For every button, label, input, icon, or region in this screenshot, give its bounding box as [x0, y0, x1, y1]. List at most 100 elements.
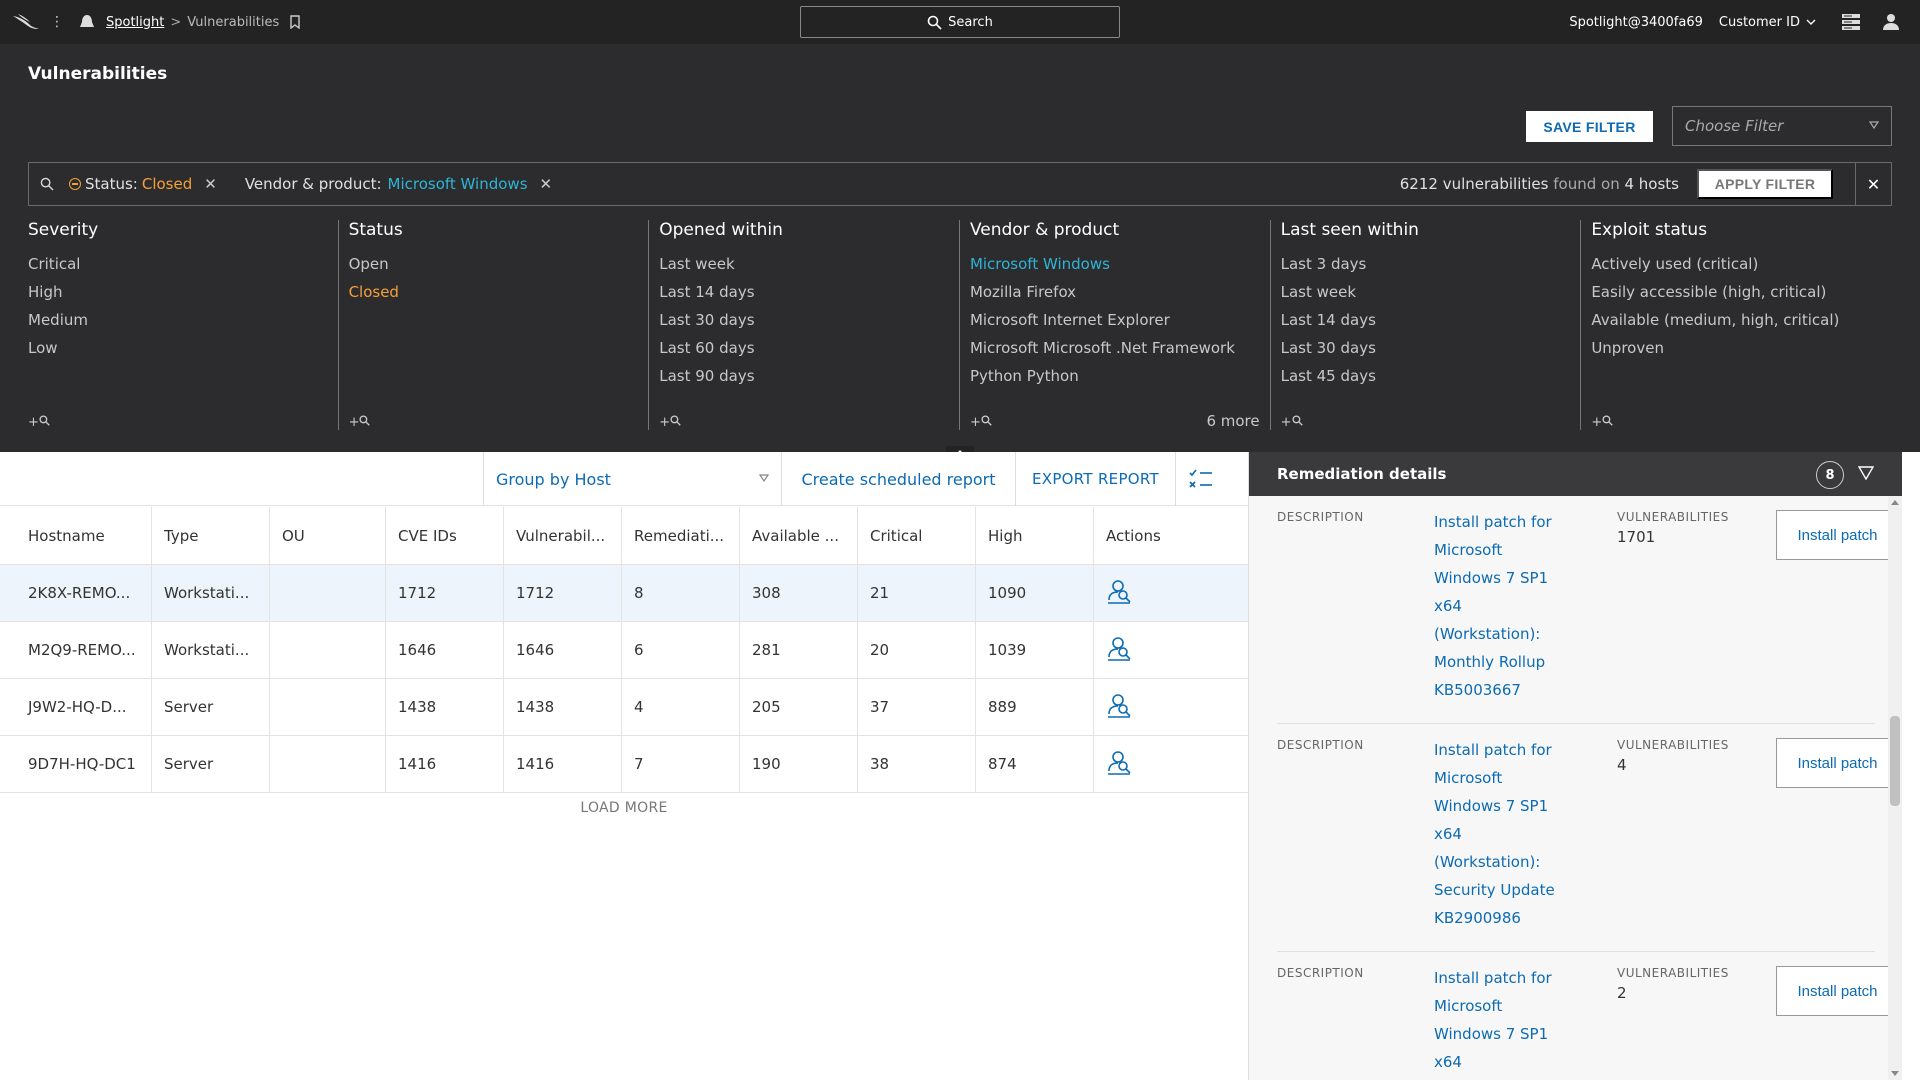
host-details-icon[interactable] — [1106, 692, 1132, 722]
host-details-icon[interactable] — [1106, 635, 1132, 665]
breadcrumb-spotlight-link[interactable]: Spotlight — [106, 15, 164, 30]
column-header-vulnerabilities[interactable]: Vulnerabil... — [504, 507, 622, 564]
filter-option[interactable]: Last 45 days — [1281, 362, 1581, 390]
global-search-box[interactable]: Search — [800, 6, 1120, 38]
filter-option-selected[interactable]: Microsoft Windows — [970, 250, 1270, 278]
column-header-ou[interactable]: OU — [270, 507, 386, 564]
filter-option[interactable]: Last 30 days — [659, 306, 959, 334]
column-header-critical[interactable]: Critical — [858, 507, 976, 564]
filter-option[interactable]: Mozilla Firefox — [970, 278, 1270, 306]
group-by-select[interactable]: Group by Host — [483, 452, 782, 506]
column-header-cve-ids[interactable]: CVE IDs — [386, 507, 504, 564]
filter-chip-status[interactable]: Status: Closed ✕ — [69, 175, 217, 193]
create-scheduled-report-button[interactable]: Create scheduled report — [782, 452, 1016, 506]
cell-available: 205 — [740, 679, 858, 735]
filter-option[interactable]: Unproven — [1591, 334, 1892, 362]
hosts-table: Hostname Type OU CVE IDs Vulnerabil... R… — [0, 507, 1248, 793]
cell-available: 308 — [740, 565, 858, 621]
filter-option[interactable]: Last week — [659, 250, 959, 278]
table-row[interactable]: 9D7H-HQ-DC1 Server 1416 1416 7 190 38 87… — [0, 736, 1248, 793]
load-more-button[interactable]: LOAD MORE — [0, 800, 1248, 816]
description-line: Microsoft — [1434, 997, 1503, 1015]
filter-option[interactable]: Last 60 days — [659, 334, 959, 362]
remove-chip-icon[interactable]: ✕ — [204, 175, 217, 193]
filter-option[interactable]: Critical — [28, 250, 338, 278]
remediation-description-link[interactable]: Install patch for Microsoft Windows 7 SP… — [1434, 508, 1594, 704]
filter-option[interactable]: High — [28, 278, 338, 306]
remediation-header: Remediation details 8 — [1249, 452, 1902, 496]
filter-option[interactable]: Microsoft Internet Explorer — [970, 306, 1270, 334]
filter-option[interactable]: Actively used (critical) — [1591, 250, 1892, 278]
filter-option[interactable]: Microsoft Microsoft .Net Framework — [970, 334, 1270, 362]
filter-column-title: Exploit status — [1591, 220, 1708, 240]
remediation-description-link[interactable]: Install patch for Microsoft Windows 7 SP… — [1434, 736, 1594, 932]
table-row[interactable]: M2Q9-REMO... Workstati... 1646 1646 6 28… — [0, 622, 1248, 679]
scrollbar-thumb[interactable] — [1890, 716, 1900, 806]
bookmark-icon[interactable] — [289, 15, 301, 30]
filter-option[interactable]: Last 30 days — [1281, 334, 1581, 362]
filter-option[interactable]: Available (medium, high, critical) — [1591, 306, 1892, 334]
cell-ou — [270, 679, 386, 735]
add-search-icon[interactable]: + — [349, 415, 371, 430]
add-search-icon[interactable]: + — [659, 415, 681, 430]
cell-cve-ids: 1438 — [386, 679, 504, 735]
more-options-link[interactable]: 6 more — [1206, 412, 1259, 430]
customer-id-dropdown[interactable]: Customer ID — [1719, 15, 1816, 30]
scroll-down-icon[interactable] — [1891, 1071, 1899, 1076]
cell-remediations: 6 — [622, 622, 740, 678]
column-header-available[interactable]: Available ... — [740, 507, 858, 564]
vulnerabilities-count: 1701 — [1617, 528, 1656, 546]
remediation-scrollbar[interactable] — [1888, 496, 1902, 1080]
cell-available: 190 — [740, 736, 858, 792]
user-name[interactable]: Spotlight@3400fa69 — [1569, 15, 1703, 30]
filter-option[interactable]: Last 14 days — [659, 278, 959, 306]
remediation-description-link[interactable]: Install patch for Microsoft Windows 7 SP… — [1434, 964, 1594, 1076]
host-details-icon[interactable] — [1106, 578, 1132, 608]
filter-option[interactable]: Last 90 days — [659, 362, 959, 390]
filter-option[interactable]: Last week — [1281, 278, 1581, 306]
add-search-icon[interactable]: + — [28, 415, 50, 430]
choose-filter-select[interactable]: Choose Filter — [1672, 106, 1892, 146]
cell-cve-ids: 1646 — [386, 622, 504, 678]
cell-type: Server — [152, 736, 270, 792]
filter-option[interactable]: Last 14 days — [1281, 306, 1581, 334]
remove-chip-icon[interactable]: ✕ — [540, 175, 553, 193]
add-search-icon[interactable]: + — [970, 415, 992, 430]
filter-option[interactable]: Open — [349, 250, 649, 278]
table-row[interactable]: J9W2-HQ-D... Server 1438 1438 4 205 37 8… — [0, 679, 1248, 736]
install-patch-button[interactable]: Install patch — [1776, 738, 1899, 788]
apply-filter-button[interactable]: APPLY FILTER — [1697, 169, 1833, 199]
add-search-icon[interactable]: + — [1591, 415, 1613, 430]
column-settings-icon[interactable] — [1176, 452, 1226, 506]
filter-option[interactable]: Easily accessible (high, critical) — [1591, 278, 1892, 306]
save-filter-button[interactable]: SAVE FILTER — [1526, 111, 1653, 142]
install-patch-button[interactable]: Install patch — [1776, 510, 1899, 560]
export-report-button[interactable]: EXPORT REPORT — [1016, 452, 1176, 506]
more-vert-icon[interactable]: ⋮ — [50, 14, 64, 30]
host-details-icon[interactable] — [1106, 749, 1132, 779]
scroll-up-icon[interactable] — [1891, 500, 1899, 505]
filter-option[interactable]: Last 3 days — [1281, 250, 1581, 278]
filter-chip-vendor[interactable]: Vendor & product: Microsoft Windows ✕ — [245, 175, 552, 193]
filter-option[interactable]: Python Python — [970, 362, 1270, 390]
active-filter-bar[interactable]: Status: Closed ✕ Vendor & product: Micro… — [28, 162, 1892, 206]
table-row[interactable]: 2K8X-REMO... Workstati... 1712 1712 8 30… — [0, 565, 1248, 622]
filter-option-selected[interactable]: Closed — [349, 278, 649, 306]
user-account-icon[interactable] — [1880, 11, 1902, 33]
description-line: Install patch for — [1434, 513, 1552, 531]
close-icon[interactable]: ✕ — [1855, 163, 1891, 205]
description-line: x64 — [1434, 597, 1462, 615]
install-patch-button[interactable]: Install patch — [1776, 966, 1899, 1016]
add-search-icon[interactable]: + — [1281, 415, 1303, 430]
filter-option[interactable]: Medium — [28, 306, 338, 334]
column-header-remediations[interactable]: Remediati... — [622, 507, 740, 564]
filter-column-exploit-status: Exploit status Actively used (critical) … — [1581, 220, 1892, 430]
spotlight-app-icon[interactable] — [78, 13, 98, 31]
column-header-hostname[interactable]: Hostname — [0, 507, 152, 564]
column-header-type[interactable]: Type — [152, 507, 270, 564]
falcon-logo-icon[interactable] — [12, 12, 40, 32]
filter-icon[interactable] — [1858, 466, 1874, 480]
notifications-icon[interactable] — [1840, 11, 1862, 33]
filter-option[interactable]: Low — [28, 334, 338, 362]
column-header-high[interactable]: High — [976, 507, 1094, 564]
